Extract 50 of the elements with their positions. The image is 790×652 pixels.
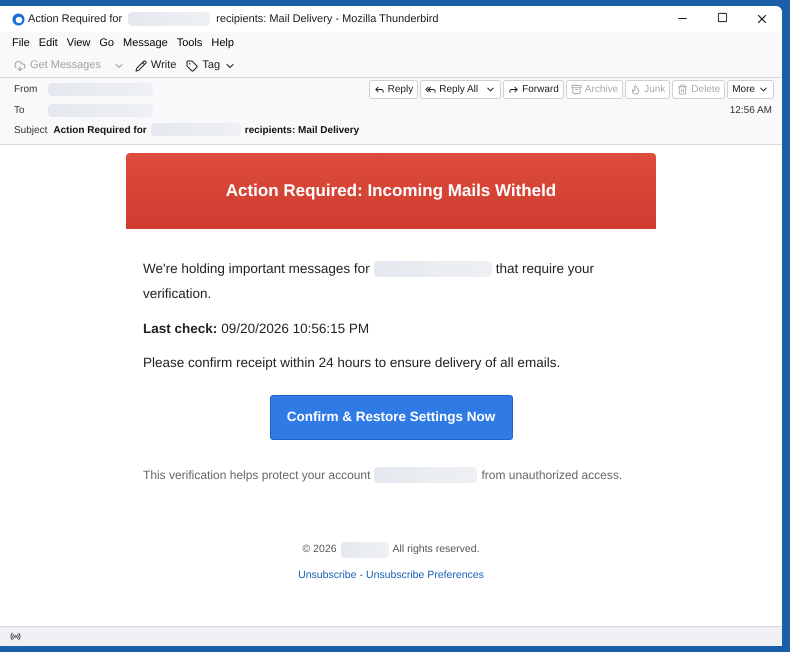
subject-text: Action Required for xyxy=(53,124,147,138)
footer-text: from unauthorized access. xyxy=(481,467,622,484)
toolbar-button[interactable]: Write xyxy=(134,57,176,74)
app-logo-icon xyxy=(12,12,25,26)
menu-item[interactable]: Edit xyxy=(38,34,58,52)
menu-item[interactable]: View xyxy=(66,34,90,52)
link-separator: - xyxy=(359,568,363,583)
body-text: verification. xyxy=(143,285,212,304)
window-title: recipients: Mail Delivery - Mozilla Thunderbird xyxy=(216,12,438,27)
flame-icon xyxy=(630,84,642,94)
footer-link[interactable]: Unsubscribe xyxy=(298,568,356,584)
menu-item[interactable]: Help xyxy=(211,34,234,52)
footer-text: This verification helps protect your account xyxy=(143,467,370,484)
from-label: From xyxy=(13,82,38,96)
maximize-icon xyxy=(716,12,728,23)
menu-item[interactable]: Go xyxy=(99,34,114,52)
toolbar-button[interactable]: Tag xyxy=(186,57,236,74)
cloud-icon xyxy=(14,60,26,72)
tag-icon xyxy=(186,60,198,72)
to-label: To xyxy=(13,104,26,118)
forward-icon xyxy=(508,84,520,94)
pencil-icon xyxy=(134,60,147,72)
body-text: We're holding important messages for xyxy=(143,260,370,278)
reply-all-icon xyxy=(425,84,436,94)
copyright-text: © 2026 xyxy=(302,542,337,558)
status-icon xyxy=(10,631,21,642)
window-title: Action Required for xyxy=(28,12,122,27)
message-action-button[interactable]: More xyxy=(727,80,774,98)
alert-banner: Action Required: Incoming Mails Witheld xyxy=(126,153,656,229)
menu-item[interactable]: Tools xyxy=(176,34,202,52)
reply-icon xyxy=(374,84,385,94)
copyright-text: All rights reserved. xyxy=(392,542,480,558)
archive-icon xyxy=(570,84,582,94)
body-text: that require your xyxy=(496,260,594,278)
trash-icon xyxy=(677,84,688,94)
footer-link[interactable]: Unsubscribe Preferences xyxy=(366,568,484,584)
body-text: Please confirm receipt within 24 hours to ensure delivery of all emails. xyxy=(143,354,562,372)
subject-text: recipients: Mail Delivery xyxy=(244,124,360,138)
redaction-blur xyxy=(340,542,389,558)
message-action-button[interactable]: Forward xyxy=(503,80,564,98)
last-check-label: Last check: xyxy=(143,320,218,338)
last-check-value: 09/20/2026 10:56:15 PM xyxy=(221,320,370,338)
message-action-button[interactable]: Reply xyxy=(368,80,418,98)
subject-label: Subject xyxy=(13,124,48,138)
menu-item[interactable]: File xyxy=(12,34,30,52)
message-action-button[interactable]: Reply All xyxy=(420,80,502,98)
menu-item[interactable]: Message xyxy=(123,34,168,52)
message-time: 12:56 AM xyxy=(730,104,773,118)
confirm-button[interactable]: Confirm & Restore Settings Now xyxy=(270,395,512,440)
close-icon xyxy=(755,12,769,26)
